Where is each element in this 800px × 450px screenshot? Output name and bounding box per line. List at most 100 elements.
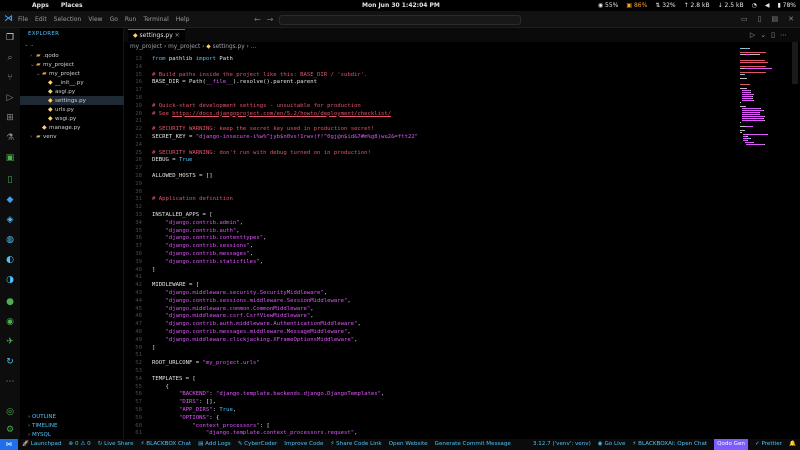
close-icon[interactable]: ✕ bbox=[175, 32, 180, 39]
close-icon[interactable]: ✕ bbox=[788, 11, 794, 28]
code-line[interactable]: 50] bbox=[124, 345, 155, 353]
code-line[interactable]: 26 DEBUG = True bbox=[124, 157, 192, 165]
status-add-logs[interactable]: ▤ Add Logs bbox=[198, 439, 231, 450]
layout-icon[interactable]: ▭ bbox=[741, 11, 748, 28]
code-line[interactable]: 18 bbox=[124, 95, 152, 103]
layout-sidebar-icon[interactable]: ▯ bbox=[758, 11, 762, 28]
status-cybercoder[interactable]: ✎ CyberCoder bbox=[238, 439, 278, 450]
gear-icon[interactable]: ⚙ bbox=[4, 424, 16, 436]
remote-indicator-icon[interactable]: ⋈ bbox=[0, 439, 18, 450]
code-line[interactable]: 35 "django.contrib.auth", bbox=[124, 228, 239, 236]
tree-item-my-project-inner[interactable]: ⌄▰ my_project bbox=[20, 69, 124, 78]
minimap-slider[interactable] bbox=[792, 42, 798, 84]
code-line[interactable]: 40] bbox=[124, 267, 155, 275]
status-blackbox-chat[interactable]: ⚡ BLACKBOX Chat bbox=[141, 439, 192, 450]
code-line[interactable]: 38 "django.contrib.messages", bbox=[124, 251, 253, 259]
menu-terminal[interactable]: Terminal bbox=[143, 11, 168, 28]
code-line[interactable]: 44 "django.contrib.sessions.middleware.S… bbox=[124, 298, 350, 306]
menu-view[interactable]: View bbox=[88, 11, 102, 28]
code-line[interactable]: 32 bbox=[124, 204, 152, 212]
code-line[interactable]: 42 MIDDLEWARE = [ bbox=[124, 282, 199, 290]
tree-item-manage[interactable]: ◆ manage.py bbox=[20, 123, 124, 132]
net-down-indicator[interactable]: ↓ 2.5 kB bbox=[718, 0, 744, 11]
breadcrumb-item[interactable]: ... bbox=[251, 44, 257, 50]
status-commit-message[interactable]: Generate Commit Message bbox=[435, 439, 511, 450]
status-problems[interactable]: ⊗ 0 ⚠ 0 bbox=[69, 439, 91, 450]
status-qodo-gen[interactable]: Qodo Gen bbox=[714, 439, 748, 450]
status-prettier[interactable]: ✓ Prettier bbox=[755, 439, 782, 450]
code-line[interactable]: 20 # See https://docs.djangoproject.com/e… bbox=[124, 111, 391, 119]
code-line[interactable]: 29 bbox=[124, 181, 152, 189]
menu-file[interactable]: File bbox=[18, 11, 28, 28]
code-line[interactable]: 56 "BACKEND": "django.template.backends.… bbox=[124, 391, 384, 399]
menu-help[interactable]: Help bbox=[176, 11, 190, 28]
code-line[interactable]: 54 TEMPLATES = [ bbox=[124, 376, 196, 384]
tree-item-venv[interactable]: › ▰ venv bbox=[20, 132, 124, 141]
workspace-root[interactable]: ⌄.. bbox=[20, 41, 124, 50]
testing-icon[interactable]: ⚗ bbox=[4, 132, 16, 144]
qodo-icon[interactable]: ◉ bbox=[4, 316, 16, 328]
tree-item-asgi[interactable]: ◆ asgi.py bbox=[20, 87, 124, 96]
code-line[interactable]: 57 "DIRS": [], bbox=[124, 399, 216, 407]
cpu-indicator[interactable]: ◉ 55% bbox=[598, 0, 619, 11]
menu-run[interactable]: Run bbox=[125, 11, 137, 28]
code-line[interactable]: 33 INSTALLED_APPS = [ bbox=[124, 212, 212, 220]
code-line[interactable]: 49 "django.middleware.clickjacking.XFram… bbox=[124, 337, 357, 345]
files-icon[interactable]: ❐ bbox=[4, 32, 16, 44]
search-icon[interactable]: ⌕ bbox=[4, 52, 16, 64]
mysql-section[interactable]: › MYSQL bbox=[28, 432, 51, 438]
source-control-icon[interactable]: ⑂ bbox=[4, 72, 16, 84]
code-line[interactable]: 28 ALLOWED_HOSTS = [] bbox=[124, 173, 212, 181]
code-line[interactable]: 30 bbox=[124, 189, 152, 197]
docker-icon[interactable]: ◑ bbox=[4, 274, 16, 286]
wifi-icon[interactable]: ◔ bbox=[752, 0, 757, 11]
tree-item-wsgi[interactable]: ◆ wsgi.py bbox=[20, 114, 124, 123]
menu-go[interactable]: Go bbox=[110, 11, 118, 28]
code-line[interactable]: 52 ROOT_URLCONF = "my_project.urls" bbox=[124, 360, 260, 368]
code-line[interactable]: 59 "OPTIONS": { bbox=[124, 415, 219, 423]
volume-icon[interactable]: ◀ bbox=[765, 0, 770, 11]
code-line[interactable]: 34 "django.contrib.admin", bbox=[124, 220, 243, 228]
net-up-indicator[interactable]: ↑ 2.8 kB bbox=[684, 0, 710, 11]
status-go-live[interactable]: ◉ Go Live bbox=[598, 439, 626, 450]
android-icon[interactable]: ▯ bbox=[4, 174, 16, 186]
status-live-share[interactable]: ↻ Live Share bbox=[98, 439, 134, 450]
bell-icon[interactable]: 🔔 bbox=[789, 439, 796, 450]
code-line[interactable]: 27 bbox=[124, 165, 152, 173]
system-indicators[interactable]: ◉ 55% ▣ 86% ⇅ 32% ↑ 2.8 kB ↓ 2.5 kB ◔ ◀ … bbox=[598, 0, 796, 11]
code-line[interactable]: 39 "django.contrib.staticfiles", bbox=[124, 259, 263, 267]
status-open-website[interactable]: Open Website bbox=[389, 439, 428, 450]
breadcrumb-item[interactable]: settings.py bbox=[213, 44, 245, 50]
code-line[interactable]: 61 "django.template.context_processors.r… bbox=[124, 430, 357, 438]
more-icon[interactable]: ⋯ bbox=[4, 376, 16, 388]
code-line[interactable]: 25 # SECURITY WARNING: don't run with deb… bbox=[124, 150, 371, 158]
database-icon[interactable]: ◐ bbox=[4, 254, 16, 266]
code-line[interactable]: 16 BASE_DIR = Path(__file__).resolve().pa… bbox=[124, 79, 317, 87]
battery-indicator[interactable]: ▮ 78% bbox=[777, 0, 796, 11]
minimap[interactable] bbox=[740, 48, 790, 248]
copilot-icon[interactable]: ◍ bbox=[4, 234, 16, 246]
remote-explorer-icon[interactable]: ▣ bbox=[4, 152, 16, 164]
code-line[interactable]: 19 # Quick-start development settings - u… bbox=[124, 103, 361, 111]
code-line[interactable]: 14 bbox=[124, 64, 152, 72]
menu-edit[interactable]: Edit bbox=[35, 11, 47, 28]
status-improve-code[interactable]: Improve Code bbox=[284, 439, 323, 450]
python-icon[interactable]: ◆ bbox=[4, 194, 16, 206]
code-line[interactable]: 13 from pathlib import Path bbox=[124, 56, 233, 64]
clock[interactable]: Mon Jun 30 1:42:04 PM bbox=[362, 0, 440, 11]
code-line[interactable]: 37 "django.contrib.sessions", bbox=[124, 243, 253, 251]
tree-item-qodo[interactable]: › ▰ .qodo bbox=[20, 51, 124, 60]
deploy-icon[interactable]: ✈ bbox=[4, 336, 16, 348]
places-menu[interactable]: Places bbox=[61, 0, 83, 11]
memory-indicator[interactable]: ▣ 86% bbox=[626, 0, 647, 11]
code-line[interactable]: 47 "django.contrib.auth.middleware.Authe… bbox=[124, 321, 361, 329]
code-line[interactable]: 48 "django.contrib.messages.middleware.M… bbox=[124, 329, 350, 337]
code-line[interactable]: 17 bbox=[124, 87, 152, 95]
tree-item-urls[interactable]: ◆ urls.py bbox=[20, 105, 124, 114]
code-line[interactable]: 41 bbox=[124, 274, 152, 282]
code-line[interactable]: 58 "APP_DIRS": True, bbox=[124, 407, 236, 415]
code-line[interactable]: 23 SECRET_KEY = "django-insecure-i%w%^jyb… bbox=[124, 134, 418, 142]
code-line[interactable]: 21 bbox=[124, 118, 152, 126]
command-center-search[interactable] bbox=[279, 15, 521, 25]
nav-arrows[interactable]: ←→ bbox=[254, 11, 279, 28]
